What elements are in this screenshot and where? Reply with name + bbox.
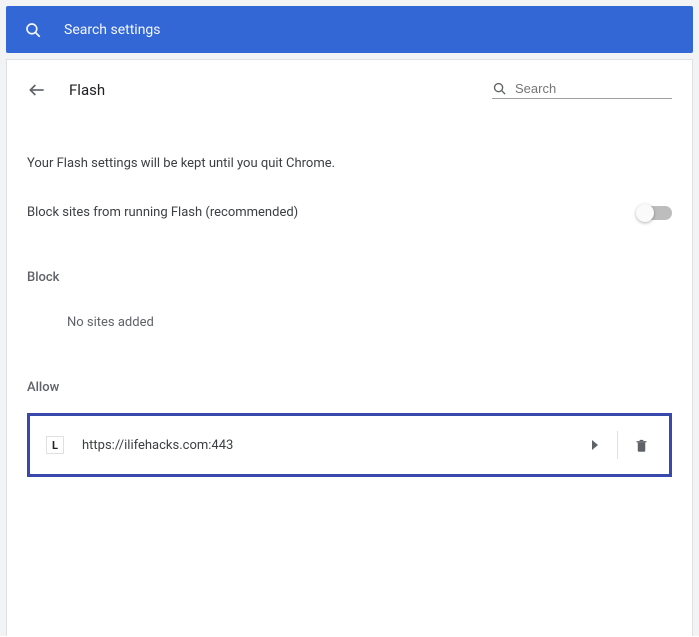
block-flash-toggle[interactable] [638,206,672,220]
chevron-right-icon[interactable] [579,432,611,458]
block-section-heading: Block [27,270,672,285]
trash-icon[interactable] [624,429,659,462]
page-search-input[interactable] [515,81,672,96]
block-empty-text: No sites added [27,315,672,330]
allow-highlight-frame: L https://ilifehacks.com:443 [27,413,672,477]
allow-section-heading: Allow [27,380,672,395]
search-icon [492,81,507,96]
top-search-placeholder: Search settings [64,22,161,38]
top-search-banner[interactable]: Search settings [6,6,693,53]
flash-info-text: Your Flash settings will be kept until y… [27,156,672,171]
block-flash-toggle-row: Block sites from running Flash (recommen… [27,205,672,220]
page-search-field[interactable] [492,81,672,99]
row-divider [617,431,618,459]
allow-site-row[interactable]: L https://ilifehacks.com:443 [32,418,667,472]
page-title: Flash [69,81,105,99]
block-flash-label: Block sites from running Flash (recommen… [27,205,298,220]
toggle-knob [636,204,654,222]
search-icon [24,21,42,39]
site-url: https://ilifehacks.com:443 [82,438,579,453]
settings-panel: Flash Your Flash settings will be kept u… [6,59,693,636]
back-arrow-icon[interactable] [27,80,47,100]
site-favicon: L [46,436,64,454]
